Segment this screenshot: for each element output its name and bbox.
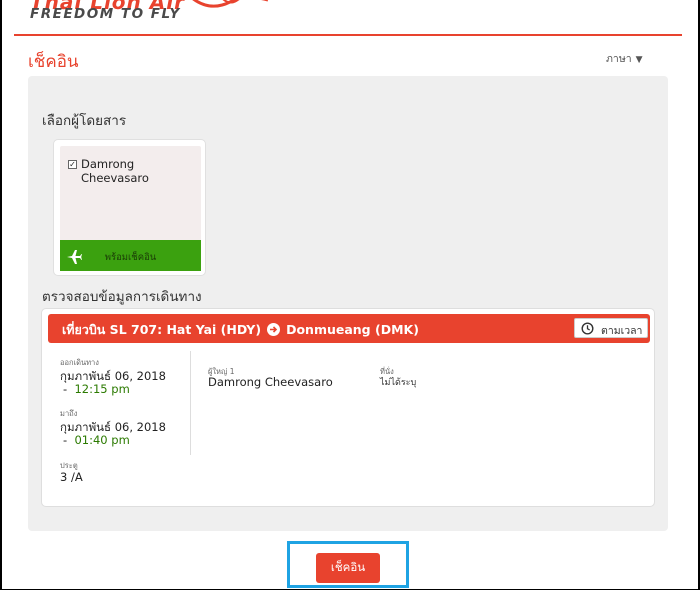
flight-status-label: ตามเวลา bbox=[601, 325, 643, 337]
review-trip-heading: ตรวจสอบข้อมูลการเดินทาง bbox=[42, 289, 202, 305]
departure-time: - 12:15 pm bbox=[63, 382, 130, 396]
arrival-time: - 01:40 pm bbox=[63, 433, 130, 447]
flight-status-button[interactable]: ตามเวลา bbox=[574, 318, 648, 338]
chevron-down-icon: ▼ bbox=[635, 55, 643, 65]
checkin-button[interactable]: เช็คอิน bbox=[316, 553, 380, 583]
lion-logo-icon bbox=[192, 0, 268, 8]
passenger-status-bar: พร้อมเช็คอิน bbox=[60, 240, 201, 271]
flight-header-bar: เที่ยวบิน SL 707: Hat Yai (HDY) Donmueang… bbox=[48, 314, 650, 343]
brand-tagline: FREEDOM TO FLY bbox=[30, 6, 181, 22]
language-selector[interactable]: ภาษา ▼ bbox=[606, 50, 643, 67]
passenger-card[interactable]: ✓ Damrong Cheevasaro พร้อมเช็คอิน bbox=[53, 139, 206, 276]
trip-passenger-name: Damrong Cheevasaro bbox=[208, 375, 333, 389]
page-title: เช็คอิน bbox=[28, 52, 79, 72]
language-label: ภาษา bbox=[606, 53, 632, 65]
gate-value: 3 /A bbox=[60, 470, 83, 484]
column-divider bbox=[190, 351, 191, 455]
flight-origin: Hat Yai (HDY) bbox=[166, 322, 262, 337]
passenger-status-label: พร้อมเช็คอิน bbox=[104, 252, 157, 263]
arrow-right-icon bbox=[267, 323, 281, 336]
flight-destination: Donmueang (DMK) bbox=[286, 322, 419, 337]
seat-value: ไม่ได้ระบุ bbox=[380, 378, 417, 388]
clock-icon bbox=[581, 322, 594, 335]
passenger-name: Damrong Cheevasaro bbox=[81, 157, 149, 185]
flight-card: เที่ยวบิน SL 707: Hat Yai (HDY) Donmueang… bbox=[41, 308, 655, 507]
passenger-card-body[interactable]: ✓ Damrong Cheevasaro พร้อมเช็คอิน bbox=[60, 146, 201, 271]
flight-number: เที่ยวบิน SL 707: bbox=[62, 322, 163, 337]
passenger-checkbox[interactable]: ✓ bbox=[68, 160, 77, 169]
flight-route: เที่ยวบิน SL 707: Hat Yai (HDY) Donmueang… bbox=[62, 320, 419, 340]
brand-header: Thai Lion Air FREEDOM TO FLY bbox=[14, 0, 682, 36]
select-passenger-heading: เลือกผู้โดยสาร bbox=[42, 113, 127, 129]
